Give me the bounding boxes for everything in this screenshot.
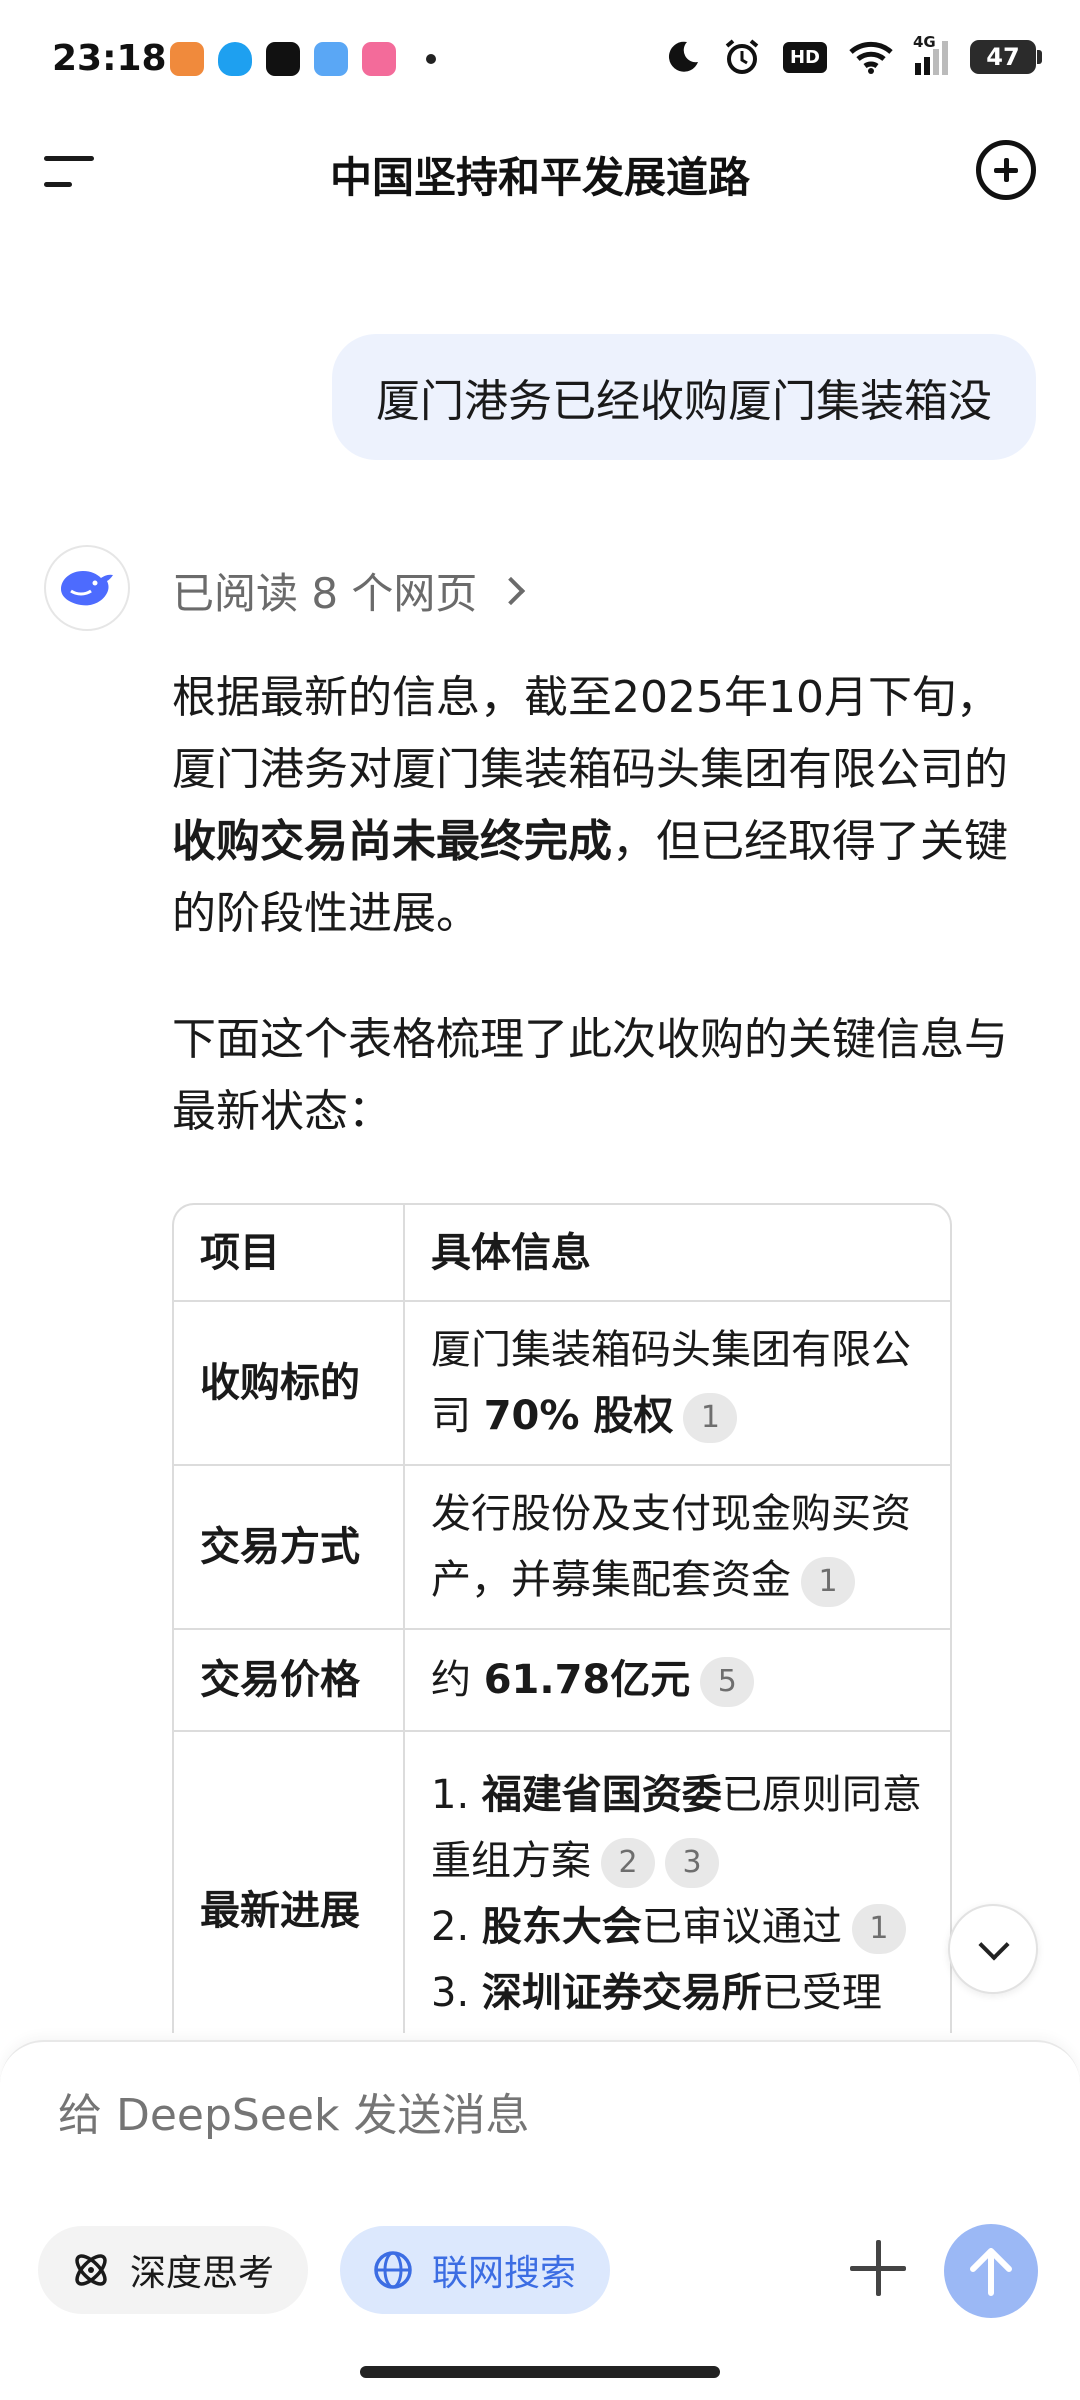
item-number: 1.: [431, 1772, 482, 1818]
new-chat-button[interactable]: [976, 140, 1036, 200]
table-row: 交易价格 约 61.78亿元 5: [174, 1628, 950, 1732]
citation-badge[interactable]: 3: [665, 1838, 719, 1888]
table-row-label: 最新进展: [174, 1730, 405, 2033]
item-bold-text: 深圳证券交易所: [481, 1970, 762, 2016]
weather-icon: [314, 42, 348, 76]
progress-item: 3. 深圳证券交易所已受理: [431, 1960, 928, 2026]
web-search-label: 联网搜索: [432, 2253, 577, 2294]
network-type: 4G: [913, 33, 936, 51]
page-title: 中国坚持和平发展道路: [329, 153, 750, 202]
table-row: 收购标的 厦门集装箱码头集团有限公司 70% 股权 1: [174, 1300, 950, 1466]
progress-item: 1. 福建省国资委已原则同意重组方案 2 3: [431, 1762, 928, 1894]
status-bar: 23:18 HD 4G 47: [0, 0, 1080, 120]
message-input[interactable]: [58, 2090, 958, 2141]
moon-icon: [668, 41, 698, 72]
table-row: 交易方式 发行股份及支付现金购买资产，并募集配套资金 1: [174, 1464, 950, 1630]
table-cell: 厦门集装箱码头集团有限公司 70% 股权 1: [403, 1300, 950, 1466]
read-pages-label: 已阅读 8 个网页: [172, 569, 478, 618]
table-header-cell: 项目: [174, 1205, 405, 1302]
answer-paragraph-2: 下面这个表格梳理了此次收购的关键信息与最新状态：: [172, 1014, 1008, 1137]
signal-icon: 4G: [913, 33, 948, 75]
table-cell: 发行股份及支付现金购买资产，并募集配套资金 1: [403, 1464, 950, 1630]
table-header-cell: 具体信息: [403, 1205, 950, 1302]
tiktok-icon: [266, 42, 300, 76]
table-cell: 约 61.78亿元 5: [403, 1628, 950, 1732]
status-time: 23:18: [52, 38, 167, 79]
table-row-label: 交易方式: [174, 1464, 405, 1630]
table-row-label: 交易价格: [174, 1628, 405, 1732]
read-pages-link[interactable]: 已阅读 8 个网页: [172, 560, 526, 621]
attach-plus-button[interactable]: [850, 2240, 906, 2296]
citation-badge[interactable]: 1: [851, 1904, 906, 1954]
citation-badge[interactable]: 1: [801, 1557, 855, 1607]
send-button[interactable]: [944, 2224, 1038, 2318]
wifi-icon: [849, 41, 893, 74]
item-text: 已受理: [761, 1970, 882, 2016]
item-bold-text: 福建省国资委: [481, 1772, 722, 1818]
message-composer: 深度思考 联网搜索: [0, 2040, 1080, 2400]
game-app-icon: [170, 42, 204, 76]
item-text: 已审议通过: [641, 1904, 842, 1950]
citation-badge[interactable]: 2: [601, 1838, 655, 1888]
item-number: 3.: [431, 1970, 482, 2016]
chevron-down-icon: [978, 1929, 1010, 1961]
answer-bold-text: 收购交易尚未最终完成: [172, 816, 612, 867]
table-cell: 1. 福建省国资委已原则同意重组方案 2 3 2. 股东大会已审议通过 1 3. 深圳…: [403, 1730, 950, 2033]
cell-text: 约: [431, 1657, 484, 1703]
deep-think-label: 深度思考: [130, 2253, 275, 2294]
table-row: 最新进展 1. 福建省国资委已原则同意重组方案 2 3 2. 股东大会已审议通过 1 …: [174, 1730, 950, 2033]
more-notifications-dot: [426, 54, 436, 64]
cell-bold-text: 61.78亿元: [483, 1657, 691, 1703]
web-search-toggle[interactable]: 联网搜索: [340, 2226, 611, 2314]
answer-paragraph-1: 根据最新的信息，截至2025年10月下旬，厦门港务对厦门集装箱码头集团有限公司的…: [172, 662, 1032, 950]
info-table: 项目 具体信息 收购标的 厦门集装箱码头集团有限公司 70% 股权 1 交易方式 …: [172, 1203, 952, 2033]
system-status-icons: HD 4G 47: [665, 33, 1042, 76]
top-bar: 中国坚持和平发展道路: [0, 120, 1080, 220]
deepseek-logo-icon: [61, 571, 113, 606]
atom-icon: [75, 2254, 107, 2286]
notification-icons: [170, 42, 436, 76]
battery-icon: 47: [970, 40, 1042, 74]
table-row-label: 收购标的: [174, 1300, 405, 1466]
alarm-icon: [725, 39, 759, 74]
cell-bold-text: 70% 股权: [483, 1393, 674, 1439]
battery-level: 47: [986, 43, 1020, 71]
hd-icon: HD: [782, 41, 827, 73]
arrow-up-icon: [970, 2248, 1012, 2296]
answer-text: 根据最新的信息，截至2025年10月下旬，厦门港务对厦门集装箱码头集团有限公司的: [172, 672, 1008, 795]
item-bold-text: 股东大会: [481, 1904, 642, 1950]
progress-item: 2. 股东大会已审议通过 1: [431, 1894, 928, 1960]
citation-badge[interactable]: 5: [700, 1657, 755, 1707]
deep-think-toggle[interactable]: 深度思考: [38, 2226, 309, 2314]
item-number: 2.: [431, 1904, 482, 1950]
scroll-to-bottom-button[interactable]: [948, 1904, 1038, 1994]
user-message-bubble[interactable]: 厦门港务已经收购厦门集装箱没: [332, 334, 1036, 460]
bilibili-icon: [362, 42, 396, 76]
globe-icon: [374, 2251, 412, 2289]
deepseek-avatar: [44, 545, 130, 631]
table-header-row: 项目 具体信息: [174, 1205, 950, 1302]
citation-badge[interactable]: 1: [683, 1393, 738, 1443]
home-indicator[interactable]: [360, 2366, 720, 2378]
chevron-right-icon: [497, 576, 526, 605]
qq-icon: [218, 42, 252, 76]
